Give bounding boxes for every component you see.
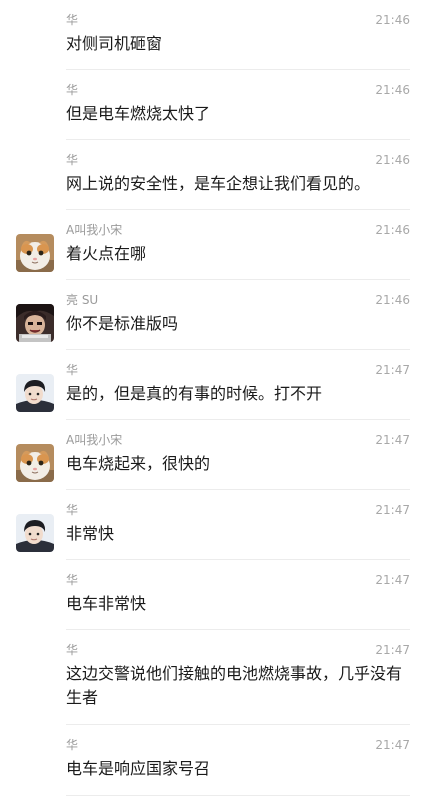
sender-name: 亮 SU: [66, 293, 99, 307]
avatar[interactable]: [16, 374, 54, 412]
sender-name: 华: [66, 363, 79, 377]
sender-name: 华: [66, 83, 79, 97]
message-text: 电车烧起来，很快的: [66, 454, 211, 473]
message-text: 但是电车燃烧太快了: [66, 104, 211, 123]
sender-name: A叫我小宋: [66, 223, 123, 237]
sender-name: 华: [66, 573, 79, 587]
sender-name: A叫我小宋: [66, 433, 123, 447]
message-timestamp: 21:46: [375, 83, 410, 97]
chat-message[interactable]: 华 21:47 是的，但是真的有事的时候。打不开: [0, 350, 427, 420]
message-divider: [66, 795, 410, 796]
message-text: 着火点在哪: [66, 244, 147, 263]
message-timestamp: 21:47: [375, 433, 410, 447]
avatar[interactable]: [16, 304, 54, 342]
message-timestamp: 21:46: [375, 13, 410, 27]
message-timestamp: 21:47: [375, 573, 410, 587]
message-timestamp: 21:47: [375, 738, 410, 752]
avatar[interactable]: [16, 234, 54, 272]
message-timestamp: 21:47: [375, 363, 410, 377]
message-timestamp: 21:46: [375, 153, 410, 167]
chat-message[interactable]: 华 21:46 对侧司机砸窗: [0, 0, 427, 70]
chat-message[interactable]: 华 21:47 电车是响应国家号召: [0, 725, 427, 796]
sender-name: 华: [66, 13, 79, 27]
chat-message[interactable]: 亮 SU 21:46 你不是标准版吗: [0, 280, 427, 350]
sender-name: 华: [66, 503, 79, 517]
chat-message-list[interactable]: 华 21:46 对侧司机砸窗华 21:46 但是电车燃烧太快了华 21:46 网上说的安全性…: [0, 0, 427, 800]
avatar[interactable]: [16, 444, 54, 482]
message-text: 网上说的安全性，是车企想让我们看见的。: [66, 174, 371, 193]
message-text: 非常快: [66, 524, 115, 543]
message-text: 电车非常快: [66, 594, 147, 613]
message-timestamp: 21:46: [375, 293, 410, 307]
chat-message[interactable]: 华 21:46 网上说的安全性，是车企想让我们看见的。: [0, 140, 427, 210]
message-text: 对侧司机砸窗: [66, 34, 163, 53]
message-text: 电车是响应国家号召: [66, 759, 211, 778]
message-timestamp: 21:47: [375, 643, 410, 657]
chat-message[interactable]: 华 21:46 但是电车燃烧太快了: [0, 70, 427, 140]
chat-message[interactable]: 华 21:47 这边交警说他们接触的电池燃烧事故，几乎没有生者: [0, 630, 427, 725]
sender-name: 华: [66, 738, 79, 752]
message-text: 是的，但是真的有事的时候。打不开: [66, 384, 323, 403]
avatar[interactable]: [16, 514, 54, 552]
sender-name: 华: [66, 153, 79, 167]
chat-message[interactable]: A叫我小宋 21:47 电车烧起来，很快的: [0, 420, 427, 490]
message-timestamp: 21:46: [375, 223, 410, 237]
message-text: 这边交警说他们接触的电池燃烧事故，几乎没有生者: [66, 664, 403, 707]
sender-name: 华: [66, 643, 79, 657]
chat-message[interactable]: A叫我小宋 21:46 着火点在哪: [0, 210, 427, 280]
message-text: 你不是标准版吗: [66, 314, 179, 333]
message-timestamp: 21:47: [375, 503, 410, 517]
chat-message[interactable]: 华 21:47 非常快: [0, 490, 427, 560]
chat-message[interactable]: 华 21:47 电车非常快: [0, 560, 427, 630]
